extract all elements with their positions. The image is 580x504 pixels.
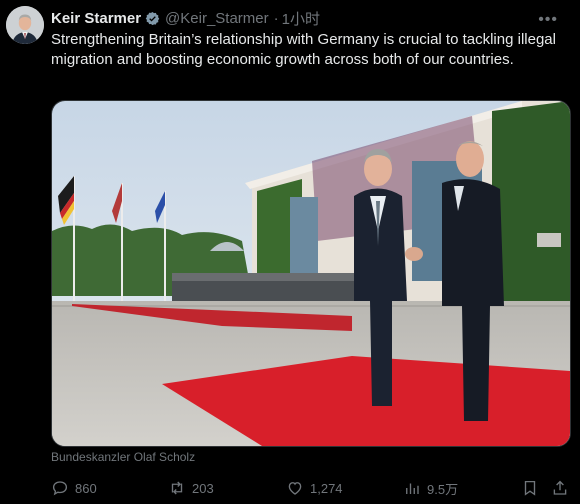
share-button[interactable] — [551, 478, 569, 498]
author-handle[interactable]: @Keir_Starmer — [165, 10, 269, 27]
reply-button[interactable]: 860 — [51, 478, 97, 498]
views-count: 9.5万 — [427, 481, 459, 497]
author-name[interactable]: Keir Starmer — [51, 10, 141, 27]
tweet-text: Strengthening Britain’s relationship wit… — [51, 31, 556, 68]
heart-icon — [288, 482, 302, 495]
reply-icon — [52, 481, 68, 496]
bookmark-icon — [524, 480, 536, 496]
share-icon — [553, 480, 567, 495]
verified-badge-icon — [145, 11, 160, 26]
repost-count: 203 — [192, 480, 214, 496]
like-count: 1,274 — [310, 480, 343, 496]
like-button[interactable]: 1,274 — [286, 478, 343, 498]
avatar-image — [6, 6, 44, 44]
tweet-media[interactable] — [51, 100, 571, 447]
tweet-actions: 860 203 1,274 9.5万 — [51, 478, 571, 498]
timestamp-separator: · — [273, 9, 279, 27]
photo — [52, 101, 570, 446]
repost-icon — [171, 481, 183, 495]
repost-button[interactable]: 203 — [168, 478, 214, 498]
bookmark-button[interactable] — [521, 478, 539, 498]
views-icon — [406, 483, 419, 494]
avatar[interactable] — [6, 6, 44, 44]
media-caption: Bundeskanzler Olaf Scholz — [51, 450, 196, 464]
reply-count: 860 — [75, 480, 97, 496]
views-button[interactable]: 9.5万 — [403, 478, 458, 498]
more-icon[interactable]: ••• — [538, 11, 558, 29]
tweet-header: Keir Starmer @Keir_Starmer · 1小时 ••• — [51, 8, 568, 29]
timestamp[interactable]: 1小时 — [282, 8, 320, 29]
